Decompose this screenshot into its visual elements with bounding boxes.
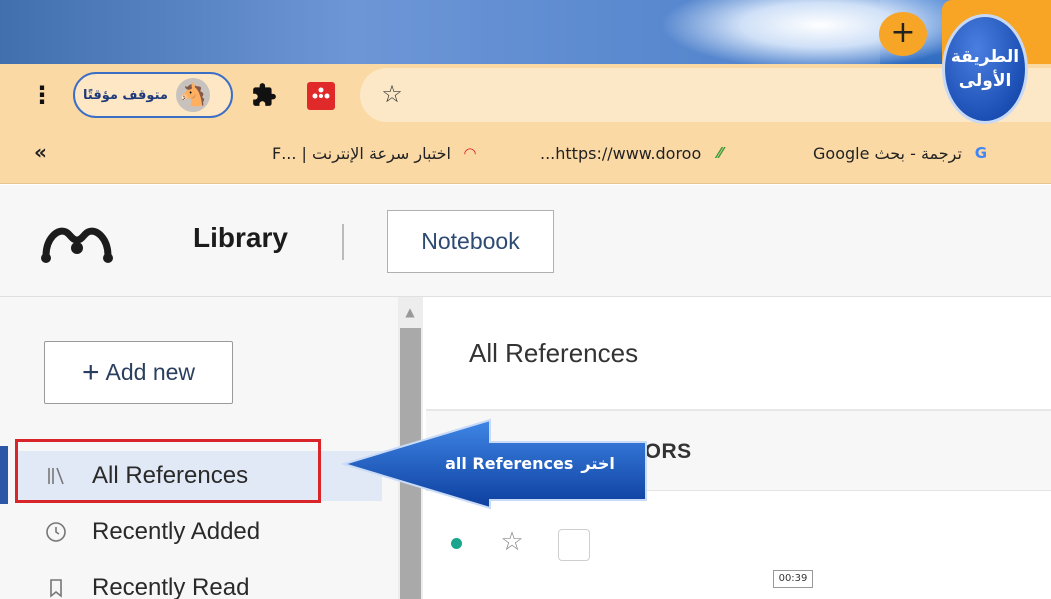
- bookmark-item[interactable]: ⁄⁄ https://www.doroo...: [540, 140, 731, 166]
- scroll-up-icon[interactable]: ▲: [402, 305, 418, 319]
- annotation-label: all References اختر: [425, 446, 635, 480]
- badge-line-1: الطريقة: [950, 47, 1020, 67]
- site-favicon-icon: ⁄⁄: [717, 144, 723, 162]
- bookmark-icon: [44, 576, 68, 599]
- bookmark-star-icon[interactable]: ☆: [378, 80, 406, 108]
- method-badge: الطريقة الأولى: [942, 14, 1028, 124]
- puzzle-icon[interactable]: [250, 82, 278, 110]
- profile-button[interactable]: 🐴 متوقف مؤقتًا: [73, 72, 233, 118]
- browser-menu-icon[interactable]: ⋮: [30, 80, 54, 110]
- unread-dot-icon: [451, 538, 462, 549]
- notebook-button[interactable]: Notebook: [387, 210, 554, 273]
- active-indicator: [0, 446, 8, 504]
- annotation-highlight-box: [15, 439, 321, 503]
- row-checkbox[interactable]: [558, 529, 590, 561]
- annotation-arabic: اختر: [581, 453, 615, 473]
- annotation-english: all References: [445, 453, 574, 473]
- add-new-button[interactable]: + Add new: [44, 341, 233, 404]
- header-divider: [342, 224, 344, 260]
- favorite-star-icon[interactable]: ☆: [498, 528, 526, 556]
- bookmark-label: اختبار سرعة الإنترنت | ...F: [272, 143, 451, 163]
- bookmarks-more-icon[interactable]: «: [34, 140, 47, 164]
- badge-line-2: الأولى: [958, 71, 1012, 91]
- bookmark-item[interactable]: G ترجمة - بحث Google: [813, 140, 992, 166]
- sidebar-item-recently-added[interactable]: Recently Added: [16, 507, 382, 557]
- video-timestamp: 00:39: [773, 570, 813, 588]
- sidebar-item-label: Recently Read: [92, 574, 250, 599]
- add-new-label: Add new: [105, 359, 196, 385]
- tab-strip-glow: [660, 0, 980, 64]
- speedtest-icon: ◠: [464, 144, 476, 162]
- bookmark-label: ترجمة - بحث Google: [813, 143, 962, 163]
- sidebar-item-label: Recently Added: [92, 518, 261, 545]
- bookmark-label: https://www.doroo...: [540, 143, 702, 163]
- bookmark-item[interactable]: ◠ اختبار سرعة الإنترنت | ...F: [272, 140, 481, 166]
- horse-icon: 🐴: [175, 78, 210, 112]
- google-icon: G: [974, 144, 988, 162]
- profile-status-label: متوقف مؤقتًا: [83, 87, 168, 103]
- page-title: Library: [193, 222, 288, 253]
- mendeley-logo-icon[interactable]: [40, 218, 114, 264]
- sidebar-item-recently-read[interactable]: Recently Read: [16, 563, 382, 599]
- plus-icon: +: [81, 355, 100, 389]
- mendeley-extension-icon[interactable]: [307, 82, 335, 110]
- new-tab-button[interactable]: +: [879, 12, 927, 56]
- clock-icon: [44, 520, 68, 544]
- main-title: All References: [469, 338, 639, 368]
